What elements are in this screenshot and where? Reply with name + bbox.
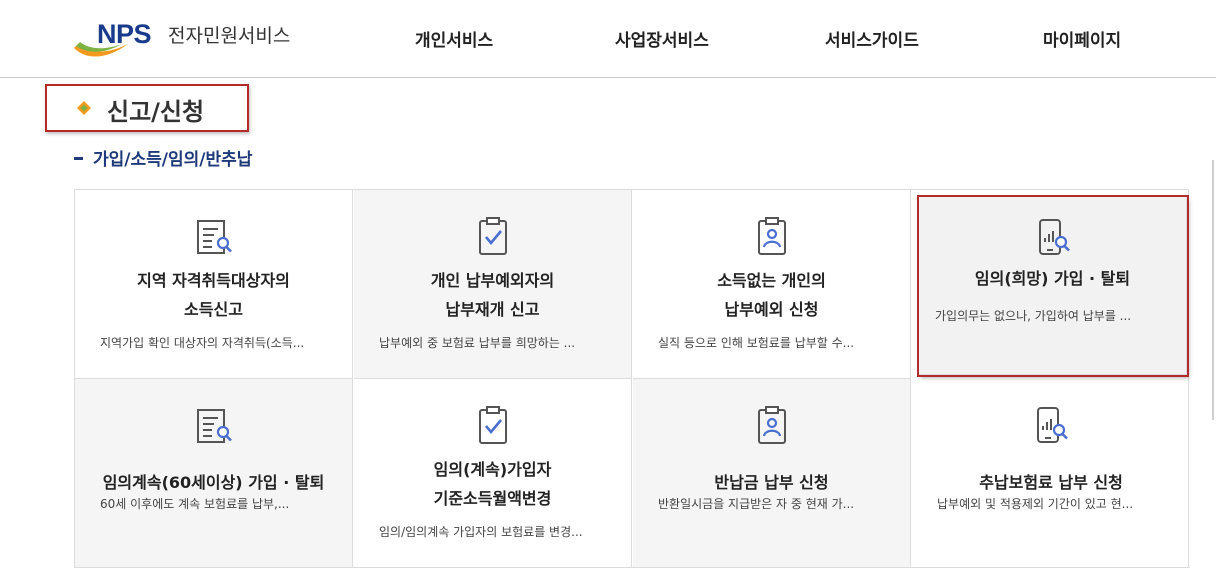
clipboard-check-icon (478, 406, 507, 444)
section-title-box: 신고/신청 (45, 84, 249, 132)
card-title: 추납보험료 납부 신청 (979, 473, 1123, 492)
scrollbar-track[interactable] (1212, 160, 1214, 420)
service-card-late-premium-payment[interactable]: 추납보험료 납부 신청 납부예외 및 적용제외 기간이 있고 현... (912, 379, 1190, 568)
nav-service-guide[interactable]: 서비스가이드 (825, 26, 919, 51)
nav-business-service[interactable]: 사업장서비스 (615, 26, 709, 51)
service-card-payment-exemption-request[interactable]: 소득없는 개인의 납부예외 신청 실직 등으로 인해 보험료를 납부할 수... (633, 190, 911, 379)
clipboard-person-icon (757, 406, 786, 444)
service-card-continued-voluntary-60[interactable]: 임의계속(60세이상) 가입 · 탈퇴 60세 이후에도 계속 보험료를 납부,… (75, 379, 353, 568)
mobile-chart-search-icon (1038, 219, 1070, 255)
document-search-icon (196, 220, 232, 254)
nav-my-page[interactable]: 마이페이지 (1043, 26, 1121, 51)
card-title: 임의(계속)가입자 기준소득월액변경 (433, 460, 552, 508)
card-title: 임의(희망) 가입 · 탈퇴 (974, 269, 1131, 288)
dash-bullet-icon (74, 156, 83, 160)
card-title: 지역 자격취득대상자의 소득신고 (137, 271, 290, 319)
document-search-icon (196, 409, 232, 443)
card-description: 반환일시금을 지급받은 자 중 현재 가... (658, 497, 855, 511)
service-card-refund-payment-request[interactable]: 반납금 납부 신청 반환일시금을 지급받은 자 중 현재 가... (633, 379, 911, 568)
site-header: NPS 전자민원서비스 개인서비스 사업장서비스 서비스가이드 마이페이지 (0, 0, 1216, 78)
category-subtitle: 가입/소득/임의/반추납 (74, 145, 252, 170)
card-description: 납부예외 및 적용제외 기간이 있고 현... (937, 497, 1134, 511)
service-card-voluntary-join-leave[interactable]: 임의(희망) 가입 · 탈퇴 가입의무는 없으나, 가입하여 납부를 ... (919, 197, 1187, 375)
category-subtitle-text: 가입/소득/임의/반추납 (93, 150, 253, 170)
service-card-payment-resume-report[interactable]: 개인 납부예외자의 납부재개 신고 납부예외 중 보험료 납부를 희망하는 ... (354, 190, 632, 379)
card-title: 임의계속(60세이상) 가입 · 탈퇴 (102, 473, 325, 492)
nav-personal-service[interactable]: 개인서비스 (415, 26, 493, 51)
nps-logo[interactable]: NPS 전자민원서비스 (72, 14, 312, 64)
clipboard-person-icon (757, 217, 786, 255)
card-description: 실직 등으로 인해 보험료를 납부할 수... (658, 336, 855, 350)
clipboard-check-icon (478, 217, 507, 255)
card-title: 소득없는 개인의 납부예외 신청 (717, 271, 826, 319)
service-card-regional-income-report[interactable]: 지역 자격취득대상자의 소득신고 지역가입 확인 대상자의 자격취득(소득... (75, 190, 353, 379)
card-description: 지역가입 확인 대상자의 자격취득(소득... (100, 336, 305, 350)
diamond-bullet-icon (77, 101, 91, 115)
card-description: 임의/임의계속 가입자의 보험료를 변경... (379, 525, 583, 539)
mobile-chart-search-icon (1037, 407, 1068, 443)
service-card-grid: 지역 자격취득대상자의 소득신고 지역가입 확인 대상자의 자격취득(소득... … (74, 189, 1190, 568)
card-title: 반납금 납부 신청 (714, 473, 829, 492)
card-description: 60세 이후에도 계속 보험료를 납부,... (100, 497, 290, 511)
logo-mark: NPS (97, 19, 152, 49)
card-title: 개인 납부예외자의 납부재개 신고 (430, 271, 555, 319)
page-title: 신고/신청 (107, 98, 205, 126)
service-card-standard-income-change[interactable]: 임의(계속)가입자 기준소득월액변경 임의/임의계속 가입자의 보험료를 변경..… (354, 379, 632, 568)
card-description: 가입의무는 없으나, 가입하여 납부를 ... (935, 309, 1132, 323)
card-description: 납부예외 중 보험료 납부를 희망하는 ... (379, 336, 576, 350)
logo-subtitle: 전자민원서비스 (168, 25, 291, 47)
